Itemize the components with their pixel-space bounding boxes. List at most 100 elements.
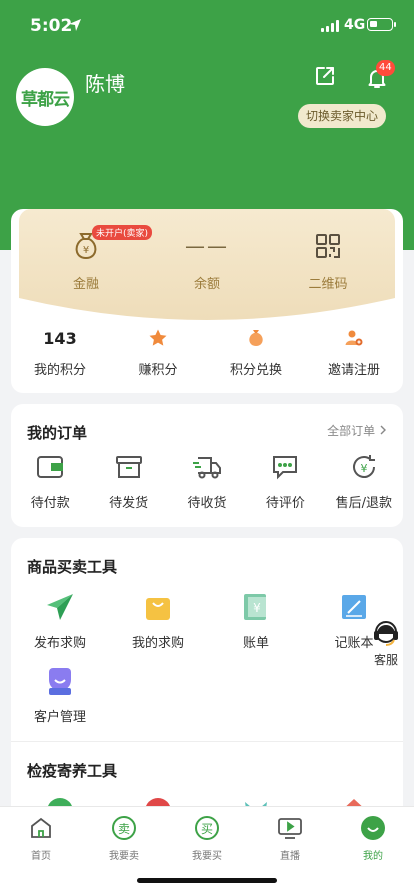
home-indicator bbox=[137, 878, 277, 883]
profile-icon bbox=[361, 816, 385, 840]
earn-points-item[interactable]: 赚积分 bbox=[109, 325, 207, 385]
user-name: 陈博 bbox=[85, 72, 125, 96]
tab-home[interactable]: 首页 bbox=[6, 813, 76, 862]
sell-icon: 卖 bbox=[112, 816, 136, 840]
all-orders-link[interactable]: 全部订单 bbox=[327, 422, 387, 439]
status-time: 5:02 bbox=[30, 16, 73, 36]
bill-item[interactable]: ¥ 账单 bbox=[207, 590, 305, 651]
points-exchange-label: 积分兑换 bbox=[229, 363, 282, 378]
pending-receipt-label: 待收货 bbox=[187, 496, 227, 511]
tools-title: 商品买卖工具 bbox=[27, 558, 118, 576]
notification-badge: 44 bbox=[376, 60, 395, 76]
pending-shipment-label: 待发货 bbox=[109, 496, 149, 511]
finance-label: 金融 bbox=[72, 277, 99, 292]
status-bar: 5:02 4G bbox=[0, 0, 414, 50]
shopping-bag-icon bbox=[146, 598, 170, 620]
tools-row-2: 客户管理 bbox=[11, 664, 403, 725]
comment-icon bbox=[273, 456, 298, 480]
my-points-label: 我的积分 bbox=[33, 363, 86, 378]
refund-icon: ¥ bbox=[352, 455, 375, 478]
invite-register-item[interactable]: 邀请注册 bbox=[305, 325, 403, 385]
qr-code-item[interactable]: 二维码 bbox=[283, 231, 373, 292]
my-requests-item[interactable]: 我的求购 bbox=[109, 590, 207, 651]
my-points-item[interactable]: 143 我的积分 bbox=[11, 325, 109, 385]
headset-icon bbox=[374, 621, 398, 646]
gift-bag-icon bbox=[249, 330, 263, 346]
box-icon bbox=[115, 456, 142, 478]
svg-text:卖: 卖 bbox=[118, 822, 130, 836]
points-value: 143 bbox=[43, 328, 77, 348]
pending-receipt-item[interactable]: 待收货 bbox=[168, 450, 246, 511]
account-card: ¥ 金融 未开户(卖家) —— 余额 二维码 143 我的积分 赚积分 积分兑换… bbox=[11, 209, 403, 393]
qr-code-label: 二维码 bbox=[308, 277, 348, 292]
avatar-logo-text: 草都云 bbox=[21, 89, 70, 110]
bill-label: 账单 bbox=[242, 636, 269, 651]
customer-service-label: 客服 bbox=[373, 653, 398, 667]
switch-seller-center-button[interactable]: 切换卖家中心 bbox=[298, 104, 387, 128]
pending-payment-label: 待付款 bbox=[30, 496, 70, 511]
pending-shipment-item[interactable]: 待发货 bbox=[89, 450, 167, 511]
svg-text:¥: ¥ bbox=[253, 601, 261, 615]
after-sales-label: 售后/退款 bbox=[335, 496, 393, 511]
finance-panel: ¥ 金融 未开户(卖家) —— 余额 二维码 bbox=[19, 209, 395, 328]
customer-management-label: 客户管理 bbox=[33, 710, 86, 725]
buy-icon: 买 bbox=[195, 816, 219, 840]
order-status-row: 待付款 待发货 待收货 待评价 ¥ 售后/退款 bbox=[11, 450, 403, 511]
qr-code-icon bbox=[316, 234, 340, 258]
account-status-tag: 未开户(卖家) bbox=[92, 225, 153, 240]
post-request-label: 发布求购 bbox=[33, 636, 86, 651]
points-row: 143 我的积分 赚积分 积分兑换 邀请注册 bbox=[11, 325, 403, 385]
my-requests-label: 我的求购 bbox=[131, 636, 184, 651]
tab-home-label: 首页 bbox=[31, 851, 51, 862]
customer-icon bbox=[49, 668, 71, 695]
network-type: 4G bbox=[344, 17, 366, 33]
share-icon[interactable] bbox=[313, 64, 337, 88]
orders-card: 我的订单 全部订单 待付款 待发货 待收货 待评价 ¥ 售后/退款 bbox=[11, 404, 403, 527]
invite-user-icon bbox=[345, 330, 363, 346]
tab-live-label: 直播 bbox=[280, 851, 300, 862]
pending-review-item[interactable]: 待评价 bbox=[246, 450, 324, 511]
tab-sell-label: 我要卖 bbox=[109, 851, 139, 862]
location-arrow-icon bbox=[69, 19, 81, 31]
tab-profile-label: 我的 bbox=[363, 851, 383, 862]
section-divider bbox=[11, 741, 403, 742]
truck-icon bbox=[193, 457, 222, 479]
orders-title: 我的订单 bbox=[27, 424, 88, 442]
tools-card: 商品买卖工具 发布求购 我的求购 ¥ 账单 记账本 客户管理 检疫寄养工具 bbox=[11, 538, 403, 828]
svg-text:¥: ¥ bbox=[360, 462, 367, 475]
bill-icon: ¥ bbox=[244, 594, 266, 620]
battery-icon bbox=[367, 18, 396, 31]
all-orders-label: 全部订单 bbox=[327, 424, 376, 438]
paper-plane-icon bbox=[47, 594, 73, 620]
wallet-icon bbox=[37, 456, 64, 478]
invite-register-label: 邀请注册 bbox=[327, 363, 380, 378]
tab-sell[interactable]: 卖 我要卖 bbox=[89, 813, 159, 862]
customer-service-button[interactable]: 客服 bbox=[368, 618, 404, 668]
svg-text:¥: ¥ bbox=[83, 245, 89, 256]
balance-value: —— bbox=[185, 234, 229, 258]
signal-icon bbox=[321, 20, 339, 32]
tab-buy[interactable]: 买 我要买 bbox=[172, 813, 242, 862]
pending-review-label: 待评价 bbox=[265, 496, 305, 511]
chevron-right-icon bbox=[380, 425, 386, 435]
star-icon bbox=[149, 329, 167, 346]
tab-buy-label: 我要买 bbox=[192, 851, 222, 862]
svg-text:买: 买 bbox=[201, 822, 213, 836]
post-request-item[interactable]: 发布求购 bbox=[11, 590, 109, 651]
tab-profile[interactable]: 我的 bbox=[338, 813, 408, 862]
earn-points-label: 赚积分 bbox=[138, 363, 178, 378]
finance-item[interactable]: ¥ 金融 bbox=[41, 231, 131, 292]
avatar[interactable]: 草都云 bbox=[16, 68, 74, 126]
tools-row-1: 发布求购 我的求购 ¥ 账单 记账本 bbox=[11, 590, 403, 651]
balance-item[interactable]: —— 余额 bbox=[162, 231, 252, 292]
live-icon bbox=[278, 818, 302, 839]
panel-curve-decoration bbox=[19, 298, 395, 328]
tab-live[interactable]: 直播 bbox=[255, 813, 325, 862]
customer-management-item[interactable]: 客户管理 bbox=[11, 664, 109, 725]
after-sales-item[interactable]: ¥ 售后/退款 bbox=[325, 450, 403, 511]
points-exchange-item[interactable]: 积分兑换 bbox=[207, 325, 305, 385]
pending-payment-item[interactable]: 待付款 bbox=[11, 450, 89, 511]
quarantine-title: 检疫寄养工具 bbox=[27, 762, 118, 780]
balance-label: 余额 bbox=[193, 277, 220, 292]
home-icon bbox=[31, 817, 51, 838]
